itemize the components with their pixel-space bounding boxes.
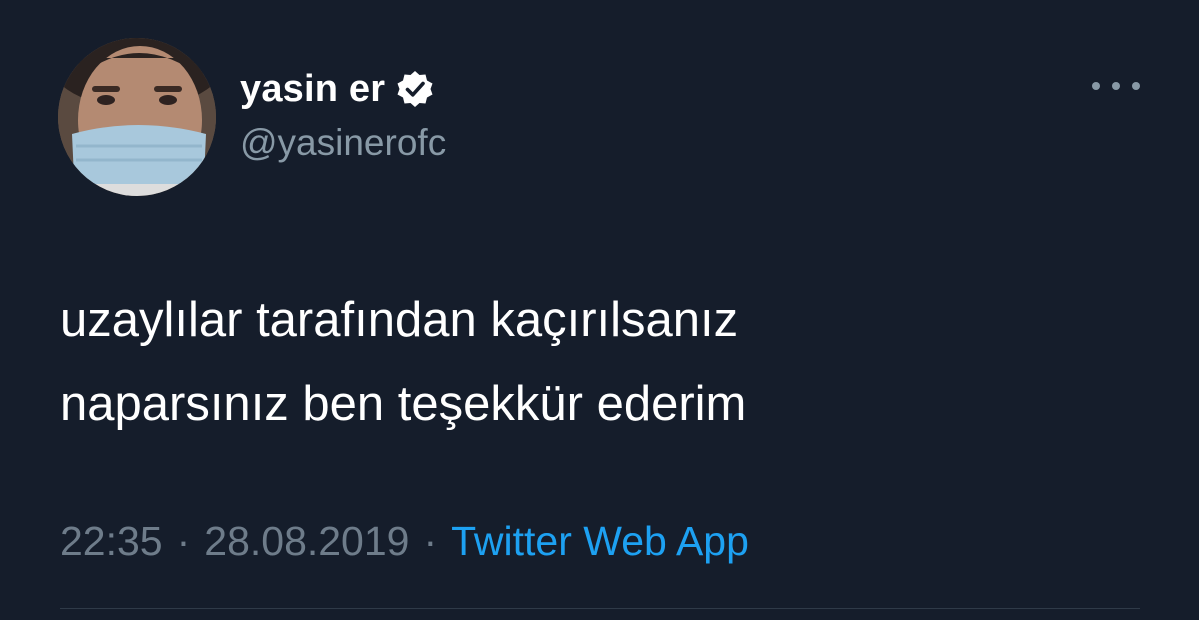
tweet-date[interactable]: 28.08.2019 [204,518,409,565]
verified-badge-icon [395,69,435,109]
author-name-row: yasin er [240,64,435,114]
profile-photo-icon [58,38,216,196]
dot [1132,82,1140,90]
separator: · [176,518,191,564]
tweet-meta: 22:35 · 28.08.2019 · Twitter Web App [60,518,749,565]
author-handle[interactable]: @yasinerofc [240,122,446,164]
dot [1092,82,1100,90]
ellipsis-icon[interactable] [1092,72,1140,100]
avatar[interactable] [58,38,216,196]
dot [1112,82,1120,90]
tweet-time[interactable]: 22:35 [60,518,163,565]
author-display-name[interactable]: yasin er [240,68,385,111]
tweet-text: uzaylılar tarafından kaçırılsanız napars… [60,278,1140,446]
tweet-text-line-2: naparsınız ben teşekkür ederim [60,377,747,431]
tweet-text-line-1: uzaylılar tarafından kaçırılsanız [60,293,739,347]
divider [60,608,1140,609]
separator: · [423,518,438,564]
tweet-source-link[interactable]: Twitter Web App [451,518,749,565]
tweet-card: yasin er @yasinerofc uzaylılar tarafında… [0,0,1199,620]
